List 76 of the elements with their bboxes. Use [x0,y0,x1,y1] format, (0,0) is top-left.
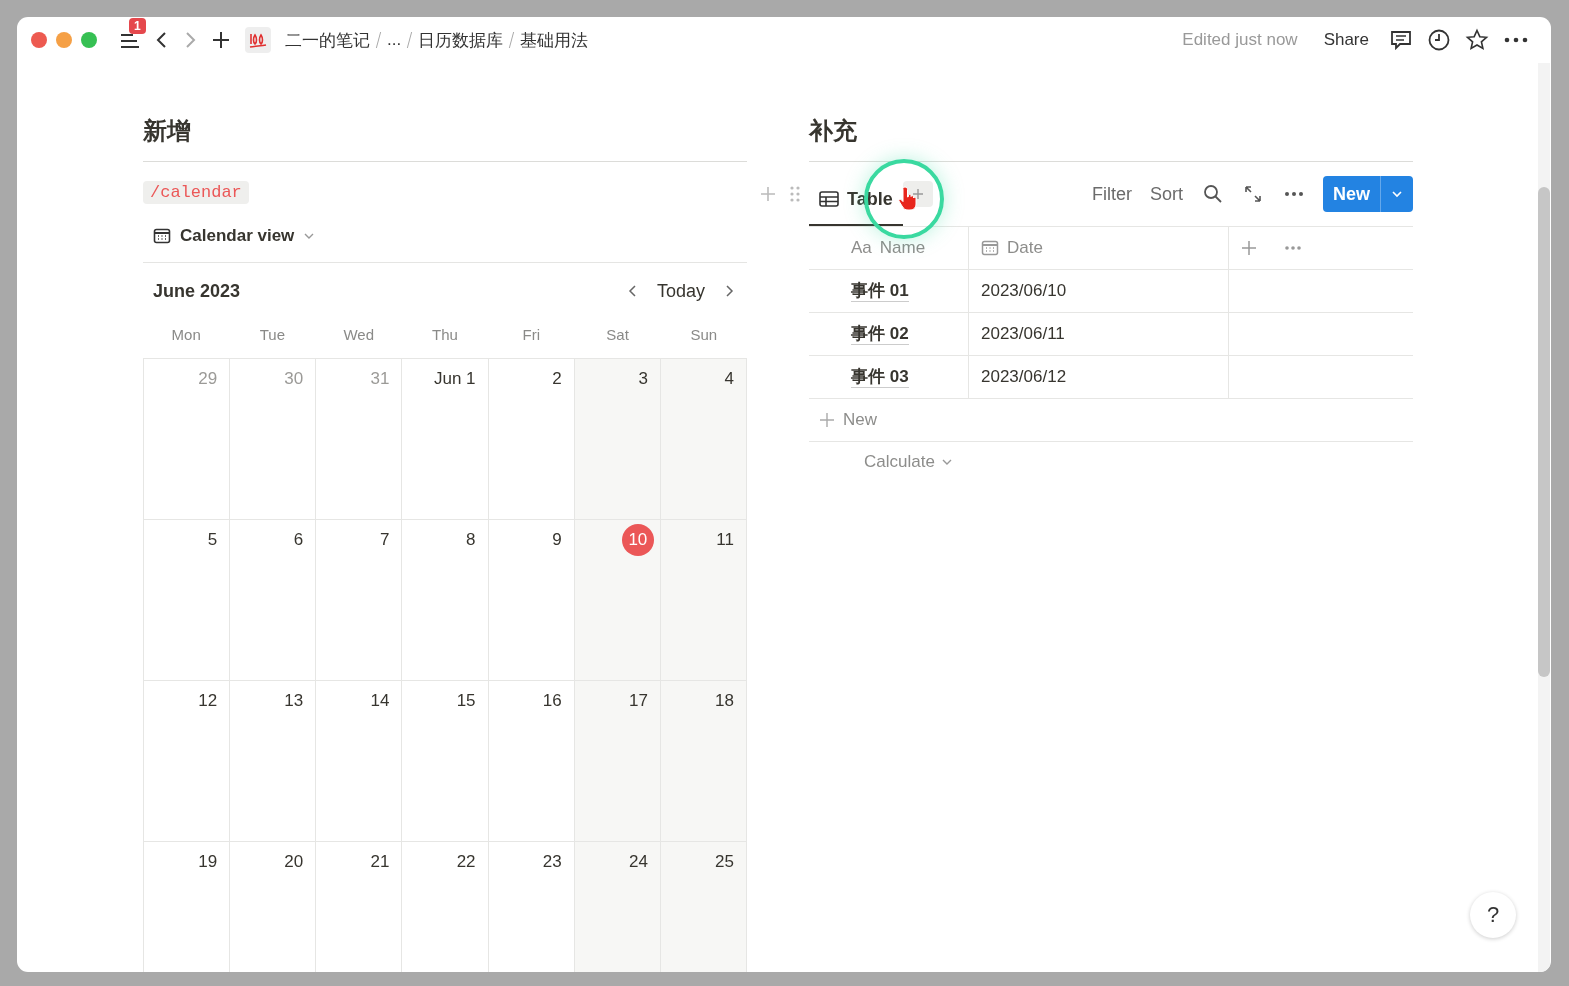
view-selector[interactable]: Calendar view [143,210,747,263]
calendar-icon [981,239,999,257]
weekday-label: Fri [521,325,542,343]
day-number: 16 [542,690,562,712]
add-icon [911,188,924,200]
filter-button[interactable]: Filter [1091,183,1132,205]
clock-icon[interactable] [1427,28,1451,52]
day-number: 7 [379,529,390,551]
weekday-label: Sat [605,325,630,343]
weekday-label: Wed [342,325,375,343]
expand-icon[interactable] [1243,184,1263,204]
breadcrumb-link[interactable]: ... [387,30,402,50]
calendar-icon [153,227,171,245]
day-number: 3 [638,368,648,390]
today-button[interactable]: Today [656,280,705,302]
notification-badge: 1 [129,18,146,34]
row-title-link[interactable]: 事件 02 [851,323,909,345]
section-heading: 补充 [809,115,1413,162]
breadcrumb-link[interactable]: 基础用法 [520,28,589,52]
date-cell: 2023/06/11 [981,324,1065,344]
edited-status: Edited just now [1182,30,1298,50]
day-number: Jun 1 [433,368,476,390]
day-number: 18 [715,690,734,712]
date-cell: 2023/06/10 [981,281,1067,301]
search-icon[interactable] [1203,184,1223,204]
chevron-down-icon[interactable] [1391,188,1403,200]
day-number: 5 [207,529,218,551]
weekday-label: Thu [431,325,459,343]
day-number: 4 [724,368,734,390]
day-number: 10 [621,524,654,556]
column-type-label: Aa [851,238,872,258]
weekday-label: Tue [258,325,287,343]
date-cell: 2023/06/12 [981,367,1067,387]
weekday-label: Mon [170,325,202,343]
sort-button[interactable]: Sort [1149,183,1183,205]
day-number: 9 [552,529,562,551]
close-window-button[interactable] [31,32,47,48]
day-number: 17 [628,690,648,712]
hundred-points-icon [245,27,271,53]
day-number: 24 [628,851,648,873]
day-number: 8 [466,529,476,551]
new-button[interactable]: New [1323,176,1413,212]
day-number: 2 [552,368,562,390]
day-number: 19 [198,851,218,873]
add-icon[interactable] [211,30,231,50]
month-title: June 2023 [153,280,241,302]
comment-icon[interactable] [1389,28,1413,52]
day-number: 23 [542,851,562,873]
section-heading: 新增 [143,115,747,162]
star-icon[interactable] [1465,28,1489,52]
day-number: 15 [456,690,476,712]
day-number: 29 [198,368,218,390]
day-number: 11 [716,529,734,551]
breadcrumb-link[interactable]: 二一的笔记 [285,28,370,52]
day-number: 6 [293,529,304,551]
back-icon[interactable] [155,30,169,50]
breadcrumb-link[interactable]: 日历数据库 [418,28,504,52]
day-number: 20 [284,851,304,873]
inline-code: /calendar [143,181,249,204]
share-button[interactable]: Share [1323,30,1369,50]
add-icon [819,412,835,428]
scrollbar[interactable] [1538,63,1550,972]
weekday-label: Sun [689,325,719,343]
day-number: 14 [370,690,390,712]
drag-handle-icon[interactable] [789,185,801,203]
day-number: 12 [198,690,218,712]
row-title-link[interactable]: 事件 01 [851,280,909,302]
help-button[interactable]: ? [1470,892,1516,938]
table-icon [819,191,839,207]
day-number: 13 [284,690,304,712]
day-number: 31 [370,368,390,390]
day-number: 22 [456,851,476,873]
day-number: 30 [284,368,304,390]
day-number: 21 [370,851,390,873]
day-number: 25 [715,851,734,873]
row-title-link[interactable]: 事件 03 [851,366,909,388]
